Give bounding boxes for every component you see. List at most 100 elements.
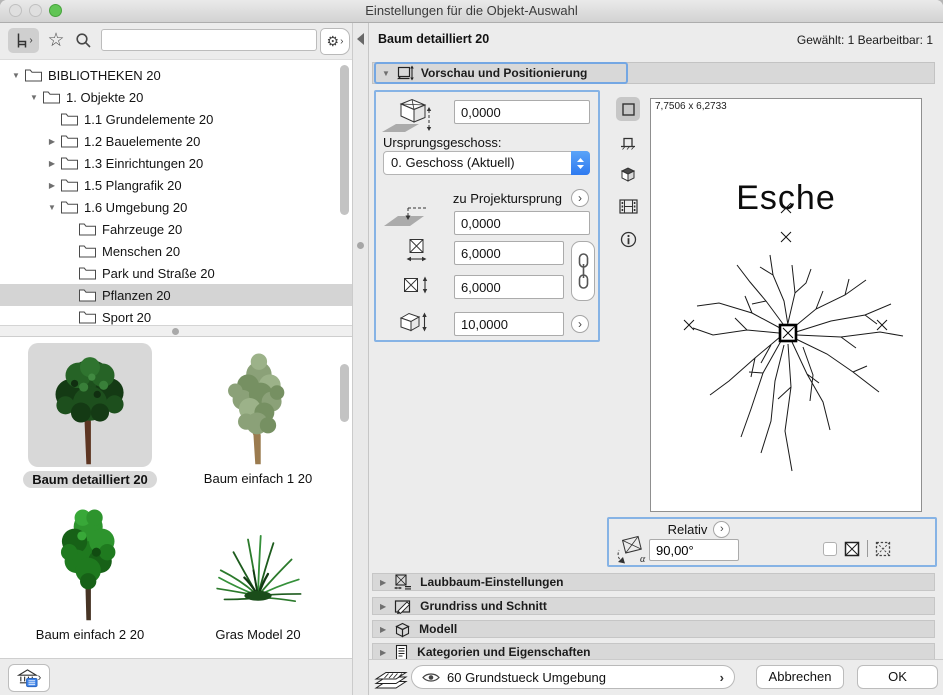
- section-bar-grundriss-und-schnitt[interactable]: ▶ Grundriss und Schnitt: [372, 597, 935, 615]
- folder-icon: [43, 91, 60, 104]
- zoom-window-button[interactable]: [49, 4, 62, 17]
- object-width-input[interactable]: [454, 241, 564, 265]
- settings-menu-button[interactable]: ⚙ ›: [320, 28, 350, 55]
- thumbnail-baum-einfach-2[interactable]: [28, 499, 152, 623]
- object-height-input[interactable]: [454, 312, 564, 336]
- tree-item-bibliotheken[interactable]: ▼ BIBLIOTHEKEN 20: [0, 64, 352, 86]
- panel-splitter[interactable]: [0, 325, 352, 337]
- tree-item-label: BIBLIOTHEKEN 20: [48, 68, 161, 83]
- thumbnails-scrollbar-thumb[interactable]: [340, 364, 349, 422]
- relativ-options-button[interactable]: ›: [713, 521, 730, 538]
- disclosure-right-icon: ▶: [380, 648, 386, 657]
- disclosure-right-icon[interactable]: ▶: [46, 159, 58, 168]
- tree-item-bauelemente[interactable]: ▶ 1.2 Bauelemente 20: [0, 130, 352, 152]
- home-story-select[interactable]: 0. Geschoss (Aktuell): [383, 151, 590, 175]
- close-window-button[interactable]: [9, 4, 22, 17]
- separator: [867, 540, 868, 557]
- search-icon: [75, 32, 92, 49]
- titlebar: Einstellungen für die Objekt-Auswahl: [0, 0, 943, 23]
- preview-elevation-button[interactable]: [616, 130, 640, 154]
- tree-item-fahrzeuge[interactable]: Fahrzeuge 20: [0, 218, 352, 240]
- favorites-button[interactable]: ☆: [43, 28, 69, 53]
- folder-icon: [61, 135, 78, 148]
- tree-item-grundelemente[interactable]: 1.1 Grundelemente 20: [0, 108, 352, 130]
- tree-item-label: Pflanzen 20: [102, 288, 171, 303]
- tree-simple-1-image: [200, 349, 316, 467]
- preview-info-button[interactable]: [616, 227, 640, 251]
- ok-button[interactable]: OK: [857, 665, 938, 689]
- disclosure-right-icon[interactable]: ▶: [46, 181, 58, 190]
- folder-view-button[interactable]: ›: [8, 28, 39, 53]
- panel-divider[interactable]: [352, 23, 369, 695]
- tree-item-label: Menschen 20: [102, 244, 180, 259]
- disclosure-down-icon[interactable]: ▼: [46, 203, 58, 212]
- base-height-icon: [381, 97, 435, 137]
- object-depth-input[interactable]: [454, 275, 564, 299]
- tree-item-label: Sport 20: [102, 310, 151, 325]
- to-project-origin-label: zu Projektursprung: [453, 191, 562, 206]
- library-manager-button[interactable]: ›: [8, 664, 50, 692]
- thumbnail-gras-model[interactable]: [196, 499, 320, 623]
- chevron-right-icon: ›: [340, 36, 343, 47]
- rotation-angle-input[interactable]: [649, 539, 739, 561]
- settings-panel: Baum detailliert 20 Gewählt: 1 Bearbeitb…: [369, 23, 943, 695]
- disclosure-down-icon[interactable]: ▼: [10, 71, 22, 80]
- collapse-left-triangle-icon[interactable]: [357, 33, 364, 45]
- height-options-button[interactable]: ›: [571, 315, 589, 333]
- select-stepper-icon: [571, 151, 590, 175]
- offset-input[interactable]: [454, 211, 590, 235]
- chevron-right-icon: ›: [720, 670, 724, 685]
- plan-section-icon: [394, 599, 412, 614]
- tree-item-sport[interactable]: Sport 20: [0, 306, 352, 325]
- window-title: Einstellungen für die Objekt-Auswahl: [0, 0, 943, 22]
- section-title: Vorschau und Positionierung: [421, 66, 587, 80]
- section-bar-vorschau[interactable]: ▼ Vorschau und Positionierung: [372, 62, 935, 84]
- disclosure-down-icon[interactable]: ▼: [28, 93, 40, 102]
- gear-icon: ⚙: [327, 33, 340, 50]
- folder-icon: [61, 201, 78, 214]
- thumbnail-label: Baum einfach 1 20: [178, 471, 338, 486]
- to-project-origin-button[interactable]: ›: [571, 189, 589, 207]
- thumbnail-baum-einfach-1[interactable]: [196, 343, 320, 467]
- section-bar-laubbaum-einstellungen[interactable]: ▶ Laubbaum-Einstellungen: [372, 573, 935, 591]
- folder-icon: [79, 245, 96, 258]
- folder-icon: [79, 311, 96, 324]
- tree-item-umgebung[interactable]: ▼ 1.6 Umgebung 20: [0, 196, 352, 218]
- preview-2d-plan-button[interactable]: [616, 97, 640, 121]
- link-dimensions-button[interactable]: [571, 241, 595, 301]
- preview-animation-button[interactable]: [616, 194, 640, 218]
- relativ-label: Relativ: [668, 522, 708, 537]
- folder-icon: [61, 113, 78, 126]
- chevron-right-icon: ›: [38, 672, 42, 684]
- tree-item-plangrafik[interactable]: ▶ 1.5 Plangrafik 20: [0, 174, 352, 196]
- disclosure-right-icon: ▶: [380, 625, 386, 634]
- thumbnail-label: Baum einfach 2 20: [10, 627, 170, 642]
- library-tree: ▼ BIBLIOTHEKEN 20 ▼ 1. Objekte 20 1.1 Gr…: [0, 59, 352, 325]
- base-height-input[interactable]: [454, 100, 590, 124]
- minimize-window-button[interactable]: [29, 4, 42, 17]
- tree-item-einrichtungen[interactable]: ▶ 1.3 Einrichtungen 20: [0, 152, 352, 174]
- preview-3d-button[interactable]: [616, 162, 640, 186]
- plan-view-icon: [622, 103, 635, 116]
- object-settings-dialog: Einstellungen für die Objekt-Auswahl › ☆: [0, 0, 943, 695]
- layer-selector[interactable]: 60 Grundstueck Umgebung ›: [411, 665, 735, 689]
- tree-scrollbar-thumb[interactable]: [340, 65, 349, 215]
- tree-item-objekte[interactable]: ▼ 1. Objekte 20: [0, 86, 352, 108]
- mirror-solid-icon[interactable]: [844, 541, 860, 557]
- tree-item-pflanzen[interactable]: Pflanzen 20: [0, 284, 352, 306]
- section-header-vorschau[interactable]: ▼ Vorschau und Positionierung: [374, 62, 628, 84]
- disclosure-right-icon[interactable]: ▶: [46, 137, 58, 146]
- mirror-checkbox[interactable]: [823, 542, 837, 556]
- tree-item-label: Fahrzeuge 20: [102, 222, 182, 237]
- thumbnail-baum-detailliert[interactable]: [28, 343, 152, 467]
- library-browser-panel: › ☆ ⚙ › ▼ BIBLIOTHEKEN 20: [0, 23, 352, 695]
- mirror-dashed-icon[interactable]: [875, 541, 891, 557]
- home-story-label: Ursprungsgeschoss:: [383, 135, 502, 150]
- section-bar-modell[interactable]: ▶ Modell: [372, 620, 935, 638]
- search-input[interactable]: [101, 29, 317, 51]
- tree-item-menschen[interactable]: Menschen 20: [0, 240, 352, 262]
- search-button[interactable]: [71, 28, 95, 53]
- tree-item-label: 1.3 Einrichtungen 20: [84, 156, 203, 171]
- tree-item-park-und-strasse[interactable]: Park und Straße 20: [0, 262, 352, 284]
- cancel-button[interactable]: Abbrechen: [756, 665, 844, 689]
